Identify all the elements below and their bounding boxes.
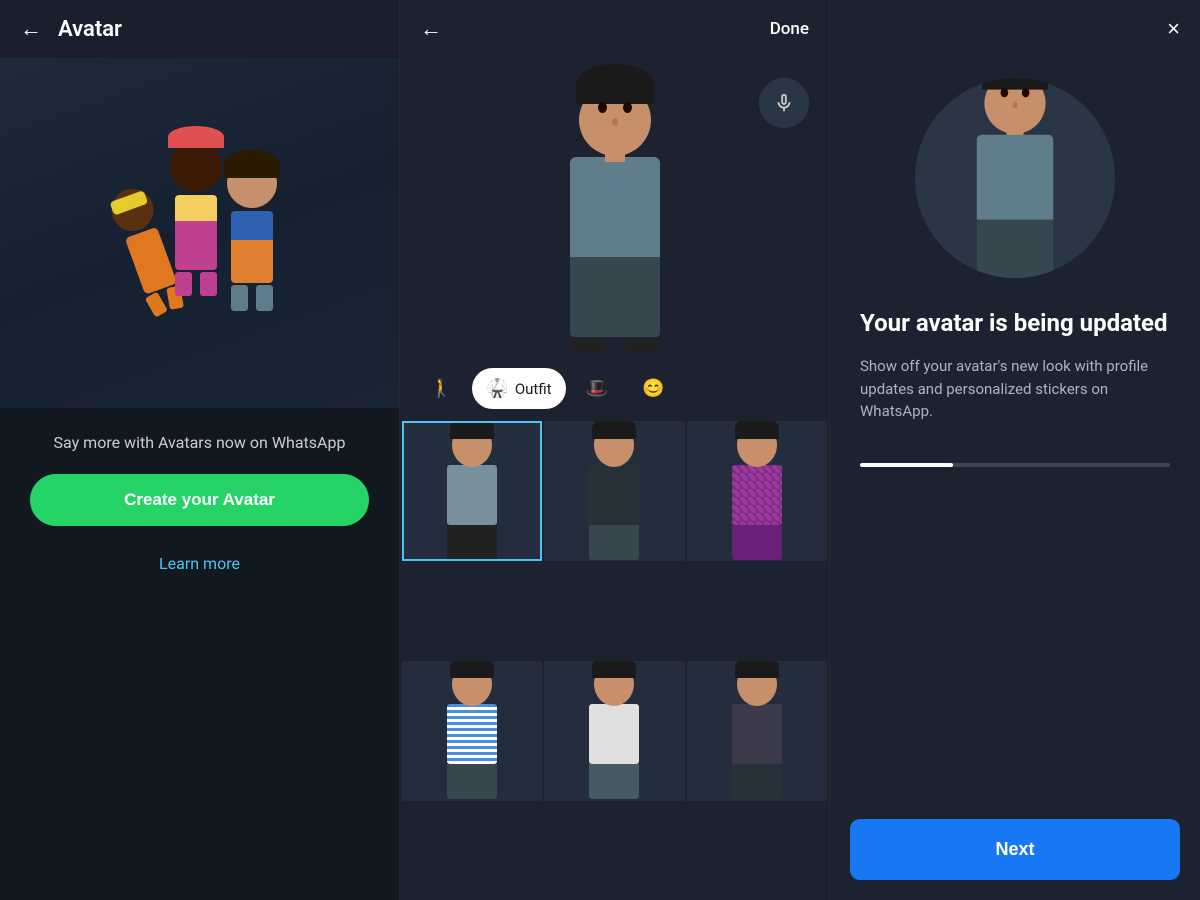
hat-icon: 🎩 [586,378,608,399]
mini-head-2 [594,423,634,467]
panel1-title: Avatar [58,17,122,42]
tab-outfit-label: Outfit [515,380,552,398]
avatar-right-foot [625,339,660,353]
avatar-circle-preview [915,78,1115,278]
panel3-avatar-eyes [1001,87,1030,96]
avatar-torso [570,157,660,257]
panel3-legs [977,219,1054,278]
mic-icon [773,92,795,114]
mini-legs-1 [447,525,497,560]
next-button[interactable]: Next [850,819,1180,880]
mini-body-3 [732,465,782,525]
mini-head-3 [737,423,777,467]
avatar-preview [400,58,829,358]
close-button[interactable]: × [1167,16,1180,42]
mini-head-5 [594,662,634,706]
panel3-avatar-figure [977,78,1054,278]
mini-body-2 [589,465,639,525]
outfit-cell-5[interactable] [544,661,684,801]
mini-hair-2 [592,421,636,439]
outfit-cell-6[interactable] [687,661,827,801]
avatar-legs [570,257,660,337]
editor-header: ← Done [400,0,829,58]
mini-hair-3 [735,421,779,439]
tab-outfit[interactable]: 🥋 Outfit [472,368,565,409]
progress-bar-bg [860,463,1170,467]
avatar-head [575,64,655,154]
mini-hair-1 [450,421,494,439]
avatar-left-eye [598,102,607,113]
avatar-figure-2 [170,140,222,296]
mini-avatar-6 [732,662,782,799]
outfit-grid [400,419,829,900]
mini-head-6 [737,662,777,706]
update-panel: × Your avatar is being updated [830,0,1200,900]
avatar-feet [570,339,660,353]
learn-more-link[interactable]: Learn more [159,554,240,573]
editor-done-button[interactable]: Done [770,19,809,39]
create-avatar-button[interactable]: Create your Avatar [30,474,369,526]
mini-body-1 [447,465,497,525]
update-description: Show off your avatar's new look with pro… [860,355,1170,423]
mini-legs-6 [732,764,782,799]
category-tabs: 🚶 🥋 Outfit 🎩 😊 [400,358,829,419]
mini-avatar-2 [589,423,639,560]
progress-bar-fill [860,463,953,467]
outfit-cell-3[interactable] [687,421,827,561]
mini-head-1 [452,423,492,467]
mini-avatar-3 [732,423,782,560]
panel3-avatar-head [981,78,1049,132]
editor-back-icon[interactable]: ← [420,16,442,42]
panel1-header: ← Avatar [0,0,399,58]
mini-avatar-4 [447,662,497,799]
avatar-hair [576,64,654,104]
outfit-cell-2[interactable] [544,421,684,561]
panel3-header: × [830,0,1200,58]
body-icon: 🚶 [430,378,452,399]
update-title: Your avatar is being updated [860,308,1170,339]
panel3-left-eye [1001,87,1009,96]
avatar-figure-3 [227,158,277,311]
mic-button[interactable] [759,78,809,128]
mini-legs-2 [589,525,639,560]
tab-hat[interactable]: 🎩 [572,368,622,409]
mini-hair-4 [450,661,494,679]
mini-legs-3 [732,525,782,560]
mini-body-5 [589,704,639,764]
mini-head-4 [452,662,492,706]
hero-image [0,58,399,408]
editor-panel: ← Done [400,0,830,900]
avatar-eyes [598,102,632,113]
tagline-text: Say more with Avatars now on WhatsApp [24,408,376,474]
mini-avatar-5 [589,662,639,799]
mini-hair-6 [735,661,779,679]
mini-body-6 [732,704,782,764]
update-info: Your avatar is being updated Show off yo… [830,308,1200,443]
progress-bar-container [830,443,1200,477]
panel3-torso [977,134,1054,219]
intro-panel: ← Avatar [0,0,400,900]
outfit-icon: 🥋 [486,378,508,399]
tab-face[interactable]: 😊 [628,368,678,409]
mini-legs-4 [447,764,497,799]
avatar-group [123,140,277,326]
back-arrow-icon[interactable]: ← [20,16,42,42]
outfit-cell-1[interactable] [402,421,542,561]
mini-avatar-1 [447,423,497,560]
tab-body[interactable]: 🚶 [416,368,466,409]
mini-hair-5 [592,661,636,679]
outfit-cell-4[interactable] [402,661,542,801]
mini-legs-5 [589,764,639,799]
face-icon: 😊 [642,378,664,399]
panel3-right-eye [1022,87,1030,96]
avatar-right-eye [623,102,632,113]
mini-body-4 [447,704,497,764]
main-avatar-figure [570,64,660,353]
avatar-left-foot [570,339,605,353]
